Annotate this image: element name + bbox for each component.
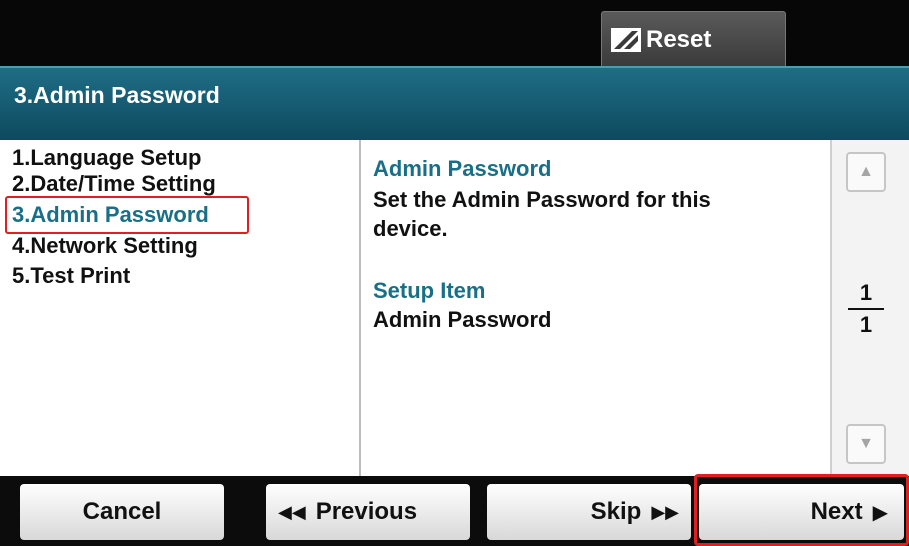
skip-label: Skip <box>590 498 642 525</box>
info-description-line1: Set the Admin Password for this <box>373 187 711 212</box>
top-bar: Reset <box>0 0 909 68</box>
page-title: 3.Admin Password <box>14 82 220 108</box>
rewind-icon: ◀◀ <box>278 501 306 522</box>
previous-label: Previous <box>315 498 418 525</box>
menu-item-language-setup[interactable]: 1.Language Setup <box>12 146 201 170</box>
page-current: 1 <box>859 280 873 305</box>
info-section-title: Admin Password <box>373 156 552 181</box>
info-description-line2: device. <box>373 216 448 241</box>
cancel-button[interactable]: Cancel <box>20 484 224 540</box>
reset-label: Reset <box>646 25 712 53</box>
screen-header: 3.Admin Password <box>0 66 909 140</box>
reset-button[interactable]: Reset <box>601 11 786 68</box>
menu-item-date-time-setting[interactable]: 2.Date/Time Setting <box>12 172 216 196</box>
previous-button[interactable]: ◀◀ Previous <box>266 484 470 540</box>
page-fraction-line <box>848 308 884 310</box>
cancel-label: Cancel <box>82 498 162 525</box>
page-total: 1 <box>859 312 873 337</box>
active-item-highlight <box>5 196 249 234</box>
skip-button[interactable]: Skip ▶▶ <box>487 484 691 540</box>
menu-item-network-setting[interactable]: 4.Network Setting <box>12 234 198 258</box>
reset-eraser-icon <box>611 27 641 52</box>
menu-item-test-print[interactable]: 5.Test Print <box>12 264 130 288</box>
scroll-column: ▲ 1 1 ▼ <box>830 140 909 476</box>
scroll-down-button[interactable]: ▼ <box>846 424 886 464</box>
next-button-highlight <box>694 474 909 546</box>
scroll-up-icon: ▲ <box>858 163 874 180</box>
scroll-down-icon: ▼ <box>858 435 874 452</box>
scroll-up-button[interactable]: ▲ <box>846 152 886 192</box>
info-pane: Admin Password Set the Admin Password fo… <box>361 140 829 476</box>
fast-forward-icon: ▶▶ <box>651 501 679 522</box>
setup-item-value: Admin Password <box>373 307 552 332</box>
setup-item-title: Setup Item <box>373 278 486 303</box>
